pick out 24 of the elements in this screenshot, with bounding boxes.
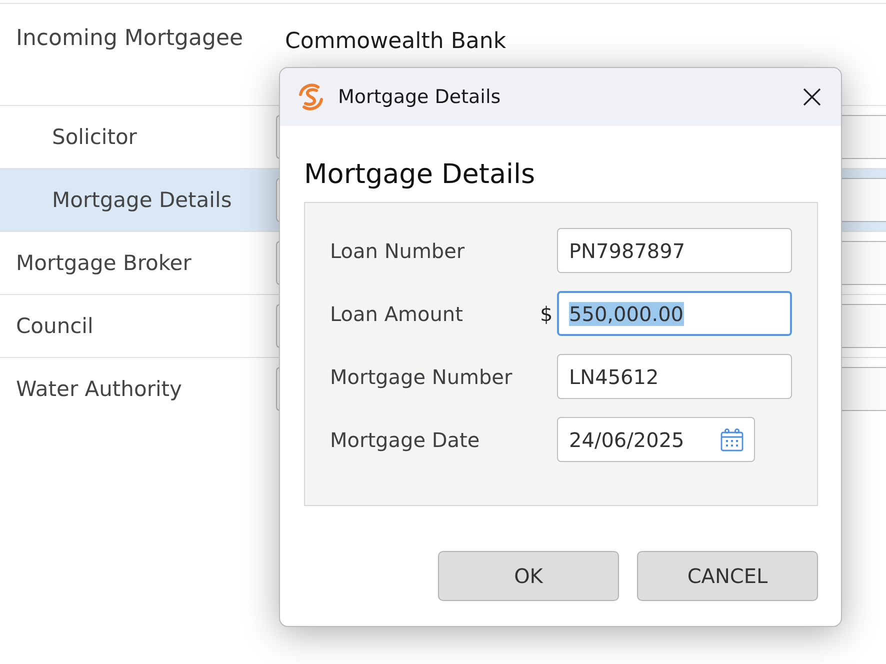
selected-text: 550,000.00 — [569, 302, 684, 326]
dialog-button[interactable]: OK — [438, 551, 619, 601]
window-title: Mortgage Details — [338, 86, 502, 108]
swirl-logo-icon — [296, 82, 326, 112]
text-field[interactable]: LN45612 — [557, 354, 792, 399]
text-field[interactable]: 550,000.00 — [557, 291, 792, 336]
dialog-heading: Mortgage Details — [304, 158, 536, 192]
row-label: Mortgage Details — [52, 187, 232, 214]
row-value: Commowealth Bank — [285, 28, 506, 56]
dialog-button[interactable]: CANCEL — [637, 551, 818, 601]
field-label: Mortgage Date — [330, 428, 481, 452]
row-label: Incoming Mortgagee — [16, 25, 244, 53]
currency-symbol: $ — [540, 302, 553, 326]
row-label: Council — [16, 313, 94, 340]
calendar-icon[interactable] — [718, 426, 746, 454]
field-label: Loan Number — [330, 238, 466, 262]
field-label: Mortgage Number — [330, 364, 514, 388]
row-label: Water Authority — [16, 376, 182, 403]
row-label: Solicitor — [52, 124, 137, 151]
row-label: Mortgage Broker — [16, 250, 192, 277]
date-field[interactable]: 24/06/2025 — [557, 417, 755, 462]
field-label: Loan Amount — [330, 302, 464, 326]
close-icon[interactable] — [802, 87, 822, 107]
text-field[interactable]: PN7987897 — [557, 228, 792, 273]
